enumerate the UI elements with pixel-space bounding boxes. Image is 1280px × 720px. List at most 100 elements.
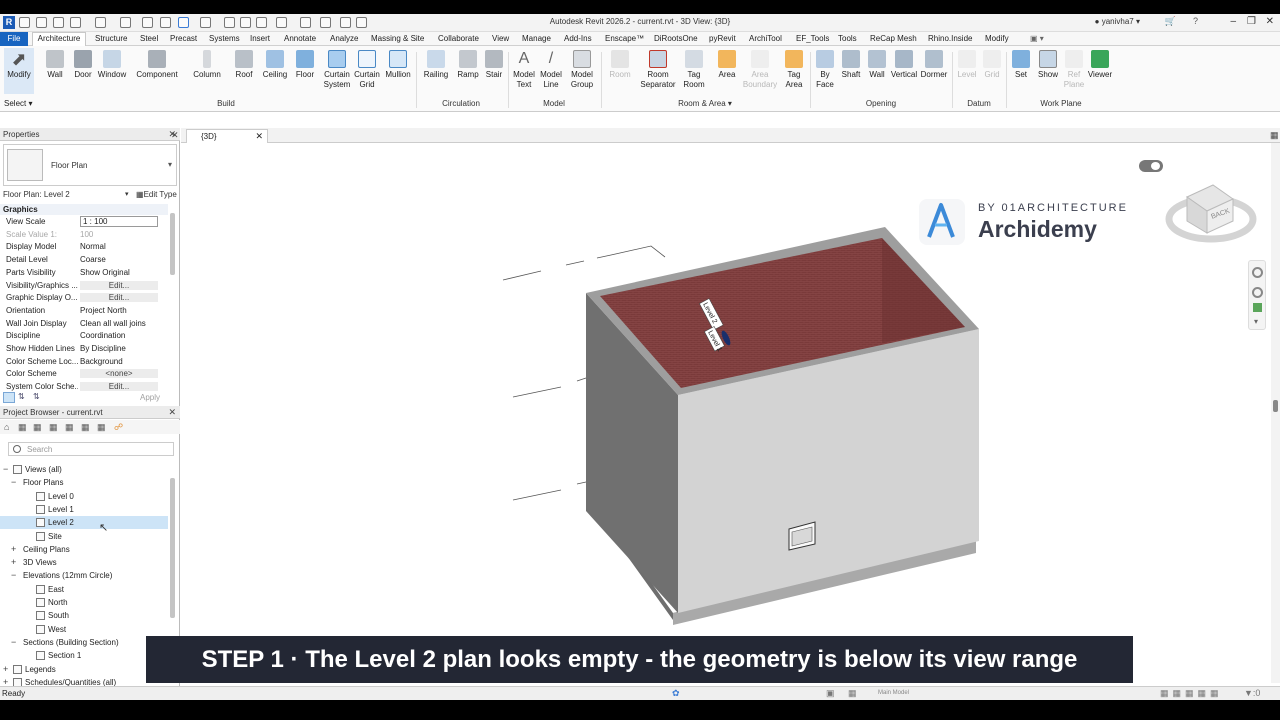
collapse-icon[interactable]: −: [11, 570, 16, 580]
tab-add-ins[interactable]: Add-Ins: [564, 34, 592, 43]
instance-dropdown-icon[interactable]: ▾: [125, 190, 129, 198]
show-button[interactable]: Show: [1035, 50, 1061, 80]
browser-tree-item[interactable]: − Floor Plans: [0, 476, 168, 489]
tab-ef-tools[interactable]: EF_Tools: [796, 34, 829, 43]
tab-diroots[interactable]: DiRootsOne: [654, 34, 698, 43]
property-value[interactable]: Coordination: [80, 331, 158, 340]
collapse-icon[interactable]: −: [11, 637, 16, 647]
floor-button[interactable]: Floor: [292, 50, 318, 80]
dormer-button[interactable]: Dormer: [918, 50, 950, 80]
vertical-button[interactable]: Vertical: [890, 50, 918, 80]
tab-precast[interactable]: Precast: [170, 34, 197, 43]
vertical-scroll-thumb[interactable]: [1273, 400, 1278, 412]
minimize-button[interactable]: –: [1230, 16, 1236, 27]
browser-tree-item[interactable]: − Elevations (12mm Circle): [0, 569, 168, 582]
drawing-canvas[interactable]: Level 2 Level 1 BACK: [181, 143, 1271, 635]
browser-tree-item[interactable]: South: [0, 609, 168, 622]
railing-button[interactable]: Railing: [420, 50, 452, 80]
model-line-button[interactable]: / Model Line: [537, 50, 565, 90]
door-button[interactable]: Door: [70, 50, 96, 80]
model-text-button[interactable]: A Model Text: [510, 50, 538, 90]
tag-room-button[interactable]: Tag Room: [680, 50, 708, 90]
tab-architecture[interactable]: Architecture: [32, 32, 86, 46]
by-face-button[interactable]: By Face: [812, 50, 838, 90]
steering-wheel-icon[interactable]: [1252, 267, 1263, 278]
property-value[interactable]: Coarse: [80, 255, 158, 264]
browser-tree-item[interactable]: Section 1: [0, 649, 168, 662]
user-menu[interactable]: ● yanivha7 ▾: [1095, 17, 1140, 26]
sort-asc-icon[interactable]: ⇅: [18, 392, 25, 401]
browser-tree-item[interactable]: Site: [0, 530, 168, 543]
modify-button[interactable]: ⬈ Modify: [4, 48, 34, 94]
cart-icon[interactable]: 🛒: [1165, 16, 1176, 27]
filter-icon[interactable]: ▼:0: [1244, 688, 1260, 698]
instance-filter[interactable]: Floor Plan: Level 2: [3, 190, 70, 199]
level-button[interactable]: Level: [954, 50, 980, 80]
property-value[interactable]: Normal: [80, 242, 158, 251]
tab-overflow-icon[interactable]: ▣ ▾: [1030, 34, 1044, 43]
restore-button[interactable]: ❐: [1247, 16, 1256, 27]
area-button[interactable]: Area: [713, 50, 741, 80]
graphics-section-header[interactable]: Graphics: [0, 204, 168, 215]
tab-modify[interactable]: Modify: [985, 34, 1009, 43]
tab-annotate[interactable]: Annotate: [284, 34, 316, 43]
tab-massing-site[interactable]: Massing & Site: [371, 34, 424, 43]
tab-view[interactable]: View: [492, 34, 509, 43]
area-boundary-button[interactable]: Area Boundary: [742, 50, 778, 90]
property-value[interactable]: Edit...: [80, 382, 158, 392]
browser-tree-item[interactable]: − Sections (Building Section): [0, 636, 168, 649]
zoom-icon[interactable]: [1253, 303, 1262, 312]
browser-tree-item[interactable]: + Legends: [0, 663, 168, 676]
property-value[interactable]: 100: [80, 230, 158, 239]
worksets-icon[interactable]: ✿: [672, 688, 680, 699]
property-value[interactable]: <none>: [80, 369, 158, 379]
tab-manage[interactable]: Manage: [522, 34, 551, 43]
edit-type-button[interactable]: ▦Edit Type: [136, 190, 177, 199]
column-button[interactable]: Column: [190, 50, 224, 80]
property-value[interactable]: Project North: [80, 306, 158, 315]
tab-analyze[interactable]: Analyze: [330, 34, 358, 43]
tab-steel[interactable]: Steel: [140, 34, 158, 43]
browser-views-icon[interactable]: ▦: [18, 422, 27, 433]
tab-systems[interactable]: Systems: [209, 34, 240, 43]
window-button[interactable]: Window: [96, 50, 128, 80]
orbit-icon[interactable]: [1252, 287, 1263, 298]
browser-scrollbar[interactable]: [170, 478, 175, 618]
tab-tools[interactable]: Tools: [838, 34, 857, 43]
type-dropdown-icon[interactable]: ▾: [168, 160, 172, 169]
browser-tree-item[interactable]: East: [0, 583, 168, 596]
tab-structure[interactable]: Structure: [95, 34, 127, 43]
nav-options-icon[interactable]: ▾: [1254, 317, 1258, 326]
property-value[interactable]: Edit...: [80, 293, 158, 303]
building-model[interactable]: [586, 227, 979, 625]
help-icon[interactable]: ?: [1193, 16, 1198, 26]
browser-sheets-icon[interactable]: ▦: [33, 422, 42, 433]
tab-collaborate[interactable]: Collaborate: [438, 34, 479, 43]
close-view-icon[interactable]: ✕: [171, 130, 179, 141]
browser-schedules-icon[interactable]: ▦: [49, 422, 58, 433]
property-value[interactable]: Background: [80, 357, 158, 366]
categorized-view-icon[interactable]: [3, 392, 15, 403]
expand-icon[interactable]: +: [11, 544, 16, 554]
collapse-icon[interactable]: −: [3, 464, 8, 474]
properties-scrollbar[interactable]: [170, 213, 175, 275]
curtain-system-button[interactable]: Curtain System: [321, 50, 353, 90]
model-group-button[interactable]: Model Group: [566, 50, 598, 90]
roof-button[interactable]: Roof: [230, 50, 258, 80]
browser-tree-item[interactable]: North: [0, 596, 168, 609]
expand-icon[interactable]: +: [11, 557, 16, 567]
tab-rhino-inside[interactable]: Rhino.Inside: [928, 34, 972, 43]
browser-search-input[interactable]: Search: [8, 442, 174, 456]
select-dropdown[interactable]: Select ▾: [4, 99, 32, 108]
tag-area-button[interactable]: Tag Area: [780, 50, 808, 90]
sort-desc-icon[interactable]: ⇅: [33, 392, 40, 401]
vertical-scrollbar[interactable]: [1271, 143, 1280, 683]
tab-insert[interactable]: Insert: [250, 34, 270, 43]
browser-tree-item[interactable]: Level 2: [0, 516, 168, 530]
browser-revit-links-icon[interactable]: ☍: [114, 422, 123, 433]
ceiling-button[interactable]: Ceiling: [259, 50, 291, 80]
view-tab-3d[interactable]: {3D} ✕: [186, 129, 268, 143]
set-button[interactable]: Set: [1010, 50, 1032, 80]
stair-button[interactable]: Stair: [481, 50, 507, 80]
editable-only-icon[interactable]: ▦: [848, 688, 857, 699]
